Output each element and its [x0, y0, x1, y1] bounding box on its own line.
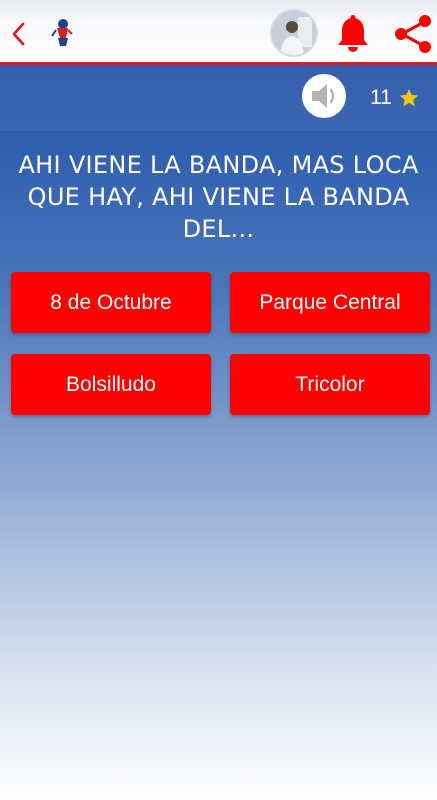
top-app-bar [0, 0, 437, 66]
answer-button-1[interactable]: 8 de Octubre [11, 272, 211, 333]
user-avatar[interactable] [270, 9, 318, 57]
score-value: 11 [370, 86, 392, 109]
question-text: AHI VIENE LA BANDA, MAS LOCA QUE HAY, AH… [18, 151, 419, 243]
back-button[interactable] [4, 17, 32, 51]
score-display: 11 [370, 85, 420, 111]
answer-button-2[interactable]: Parque Central [230, 272, 430, 333]
answer-button-3[interactable]: Bolsilludo [11, 354, 211, 415]
answer-button-4[interactable]: Tricolor [230, 354, 430, 415]
star-icon [399, 88, 418, 107]
game-area: 11 AHI VIENE LA BANDA, MAS LOCA QUE HAY,… [0, 65, 437, 800]
club-logo-icon [48, 16, 76, 50]
notifications-button[interactable] [334, 14, 372, 54]
sound-button[interactable] [302, 74, 346, 118]
speaker-icon [312, 84, 335, 108]
share-icon [395, 15, 431, 53]
share-button[interactable] [392, 14, 434, 54]
bell-icon [338, 15, 368, 52]
chevron-left-icon [12, 22, 25, 46]
